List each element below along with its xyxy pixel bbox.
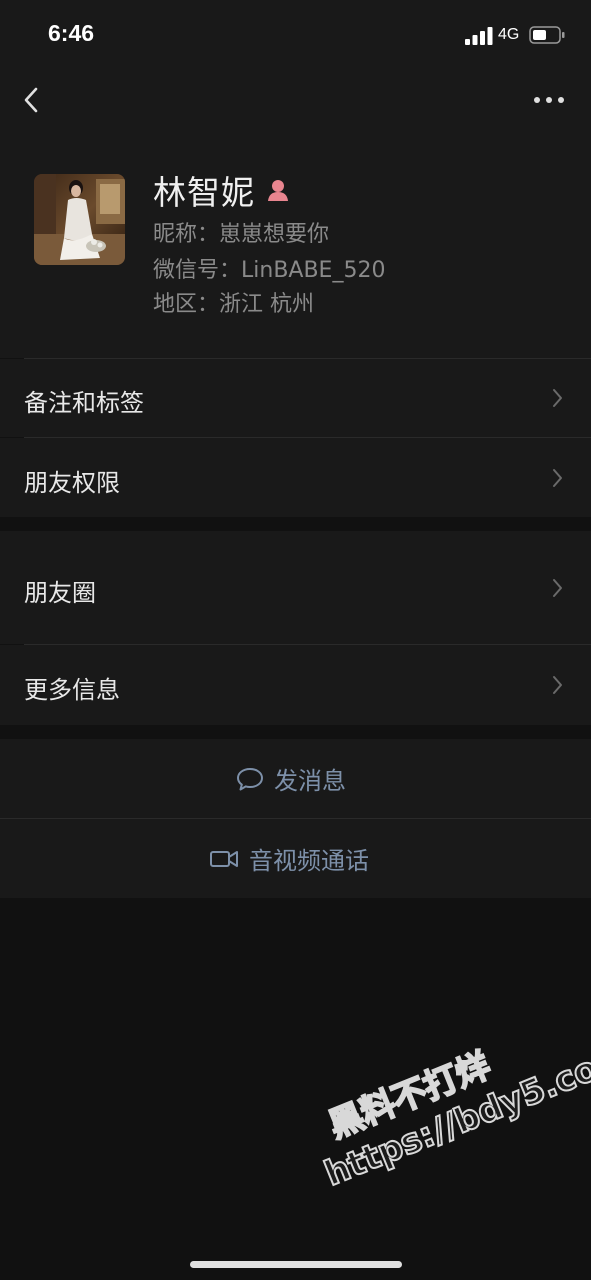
chevron-right-icon xyxy=(553,676,562,694)
chevron-right-icon xyxy=(553,579,562,597)
chevron-left-icon[interactable] xyxy=(18,84,46,116)
chevron-right-icon xyxy=(553,389,562,407)
contact-name: 林智妮 xyxy=(153,173,255,212)
signal-bars-icon xyxy=(465,27,493,45)
moments-row[interactable]: 朋友圈 xyxy=(0,531,591,644)
more-info-label: 更多信息 xyxy=(24,676,120,704)
chevron-right-icon xyxy=(553,469,562,487)
home-indicator[interactable] xyxy=(190,1261,402,1268)
remarks-tags-label: 备注和标签 xyxy=(24,389,144,417)
more-info-row[interactable]: 更多信息 xyxy=(0,645,591,725)
battery-icon xyxy=(529,26,565,44)
nav-bar xyxy=(0,70,591,140)
region-text: 地区：浙江 杭州 xyxy=(153,292,314,317)
contact-profile-page: 6:46 4G 林智妮 昵称：崽崽想要你 微信号：LinBABE_520 地区：… xyxy=(0,0,591,1280)
status-time: 6:46 xyxy=(48,20,95,46)
video-call-button[interactable]: 音视频通话 xyxy=(0,819,591,898)
send-message-button[interactable]: 发消息 xyxy=(0,739,591,818)
moments-label: 朋友圈 xyxy=(24,579,96,607)
network-type: 4G xyxy=(498,26,520,43)
video-call-label: 音视频通话 xyxy=(249,847,369,875)
ellipsis-icon[interactable] xyxy=(532,88,566,112)
remarks-tags-row[interactable]: 备注和标签 xyxy=(0,359,591,437)
friend-permissions-row[interactable]: 朋友权限 xyxy=(0,438,591,517)
nickname-text: 昵称：崽崽想要你 xyxy=(153,222,330,247)
wechat-id-text: 微信号：LinBABE_520 xyxy=(153,258,386,283)
avatar[interactable] xyxy=(34,174,125,265)
send-message-label: 发消息 xyxy=(274,767,346,795)
video-camera-icon xyxy=(210,850,238,867)
female-icon xyxy=(268,180,288,201)
status-bar: 6:46 4G xyxy=(0,0,591,70)
watermark: 黑料不打烊 https://bdy5.co xyxy=(300,1009,591,1195)
name-row: 林智妮 xyxy=(153,166,291,214)
chat-bubble-icon xyxy=(237,767,263,790)
profile-header: 林智妮 昵称：崽崽想要你 微信号：LinBABE_520 地区：浙江 杭州 xyxy=(0,140,591,358)
friend-permissions-label: 朋友权限 xyxy=(24,469,120,497)
